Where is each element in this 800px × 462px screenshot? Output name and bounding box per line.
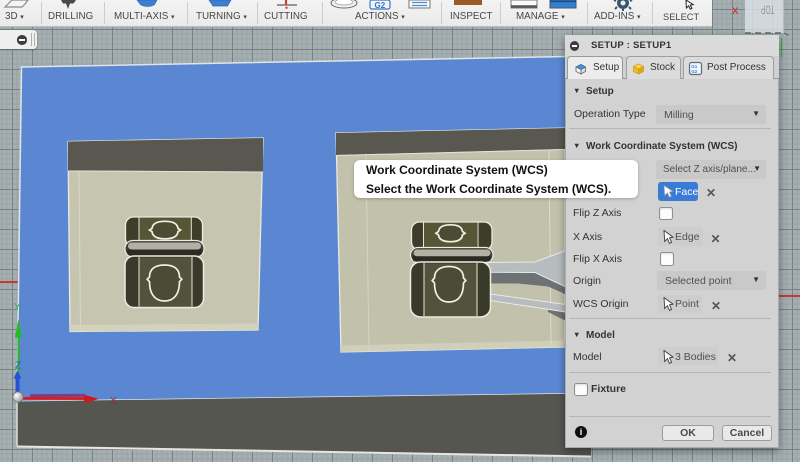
svg-text:Z: Z bbox=[15, 361, 21, 372]
svg-text:X: X bbox=[732, 6, 739, 17]
svg-text:G2: G2 bbox=[375, 1, 386, 10]
svg-text:G2: G2 bbox=[691, 69, 698, 74]
svg-text:X: X bbox=[110, 396, 117, 407]
svg-text:Y: Y bbox=[14, 302, 21, 313]
svg-text:TOP: TOP bbox=[761, 3, 775, 15]
